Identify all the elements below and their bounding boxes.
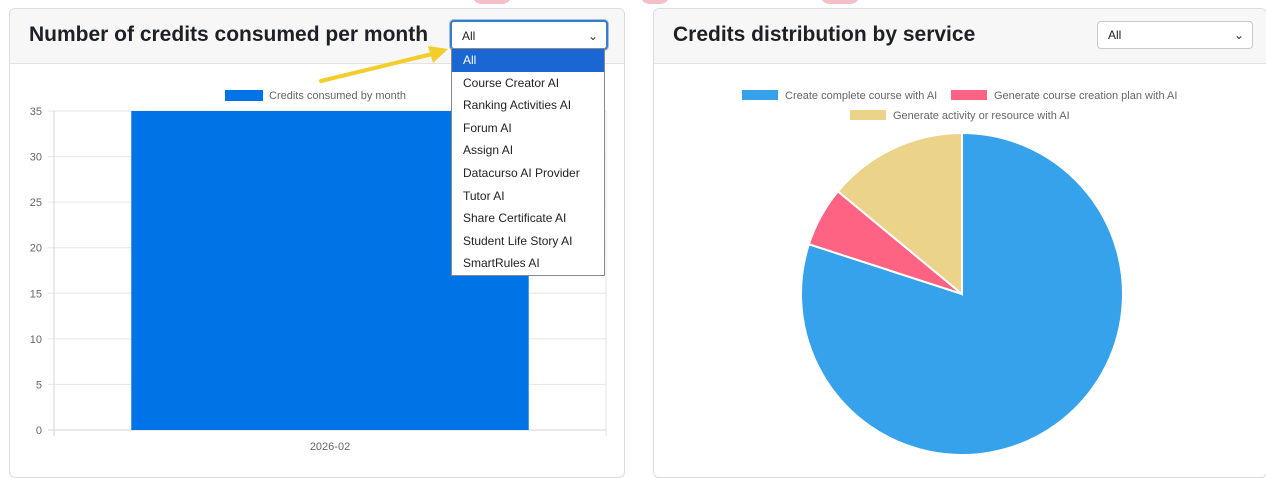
pie-chart: Create complete course with AI Generate c… bbox=[742, 90, 1177, 456]
decorative-arc bbox=[640, 0, 670, 4]
legend-label: Credits consumed by month bbox=[269, 90, 406, 102]
dropdown-option[interactable]: Course Creator AI bbox=[452, 72, 604, 95]
legend-swatch bbox=[850, 110, 886, 120]
y-tick-label: 10 bbox=[30, 334, 42, 346]
dropdown-option[interactable]: Share Certificate AI bbox=[452, 207, 604, 230]
legend-swatch bbox=[225, 90, 263, 101]
y-tick-label: 25 bbox=[30, 197, 42, 209]
y-tick-label: 0 bbox=[36, 425, 42, 437]
x-tick-label: 2026-02 bbox=[310, 441, 350, 453]
y-tick-label: 20 bbox=[30, 243, 42, 255]
dropdown-option[interactable]: SmartRules AI bbox=[452, 252, 604, 275]
y-tick-label: 5 bbox=[36, 379, 42, 391]
dropdown-option[interactable]: Student Life Story AI bbox=[452, 230, 604, 253]
decorative-arc bbox=[472, 0, 512, 4]
legend-swatch bbox=[951, 90, 987, 100]
legend-label: Generate activity or resource with AI bbox=[893, 110, 1070, 122]
dropdown-option[interactable]: Ranking Activities AI bbox=[452, 94, 604, 117]
legend-swatch bbox=[742, 90, 778, 100]
dropdown-option[interactable]: All bbox=[452, 49, 604, 72]
dropdown-option[interactable]: Forum AI bbox=[452, 117, 604, 140]
y-tick-label: 35 bbox=[30, 106, 42, 118]
dropdown-option[interactable]: Datacurso AI Provider bbox=[452, 162, 604, 185]
legend-label: Generate course creation plan with AI bbox=[994, 90, 1177, 102]
dropdown-option[interactable]: Tutor AI bbox=[452, 185, 604, 208]
dropdown-option[interactable]: Assign AI bbox=[452, 139, 604, 162]
decorative-arc bbox=[820, 0, 860, 4]
y-tick-label: 30 bbox=[30, 152, 42, 164]
y-tick-label: 15 bbox=[30, 288, 42, 300]
legend-label: Create complete course with AI bbox=[785, 90, 937, 102]
credits-distribution-card: Credits distribution by service All ⌄ Cr… bbox=[653, 8, 1266, 478]
service-dropdown-list: All Course Creator AI Ranking Activities A… bbox=[451, 48, 605, 276]
